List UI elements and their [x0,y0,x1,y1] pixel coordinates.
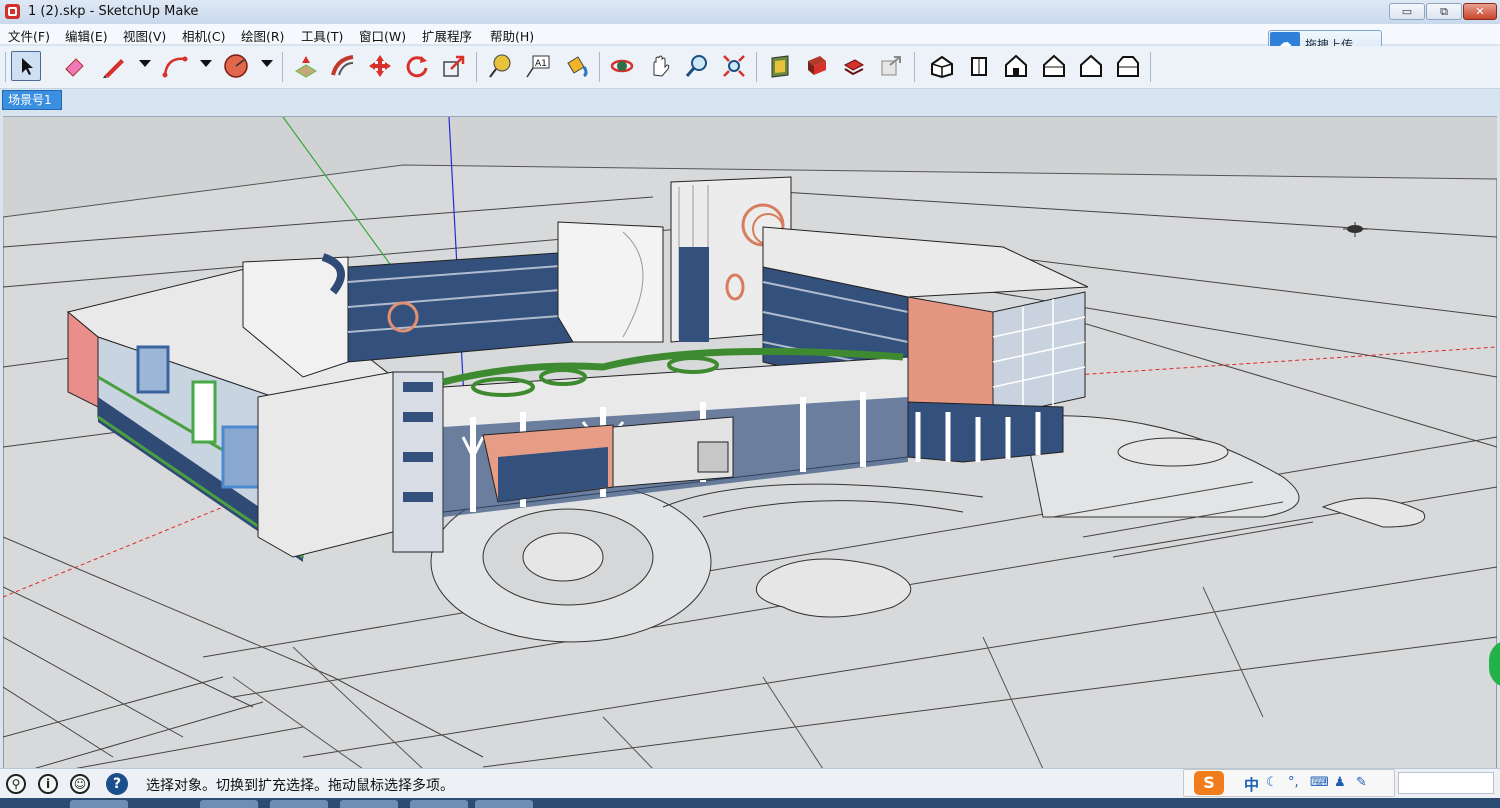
taskbar-button[interactable] [340,800,398,808]
menu-edit[interactable]: 编辑(E) [65,26,108,45]
zoom-icon[interactable] [682,51,712,81]
pencil-icon[interactable] [99,51,129,81]
menu-view[interactable]: 视图(V) [123,26,166,45]
minimize-button[interactable]: ▭ [1389,3,1425,20]
svg-text:A1: A1 [535,59,547,69]
shapes-dropdown-icon[interactable] [261,60,273,67]
extension-warehouse-icon[interactable] [802,51,832,81]
help-icon[interactable]: ? [106,773,128,795]
taskbar-button[interactable] [475,800,533,808]
sogou-logo-icon[interactable]: S [1194,771,1224,795]
user-icon[interactable]: ♟ [1334,775,1346,790]
pan-icon[interactable] [645,51,675,81]
model-viewport[interactable] [3,116,1497,769]
select-icon[interactable] [11,51,41,81]
paint-bucket-icon[interactable] [561,51,591,81]
wrench-icon[interactable]: ✎ [1356,775,1367,790]
pencil-dropdown-icon[interactable] [139,60,151,67]
sketchup-app-icon [5,4,20,19]
share-model-icon[interactable] [876,51,906,81]
eraser-icon[interactable] [59,51,89,81]
moon-icon[interactable]: ☾ [1266,775,1278,790]
iso-view-icon[interactable] [927,51,957,81]
close-button[interactable]: ✕ [1463,3,1497,20]
orbit-icon[interactable] [607,51,637,81]
follow-me-icon[interactable] [328,51,358,81]
taskbar-button[interactable] [410,800,468,808]
menu-camera[interactable]: 相机(C) [182,26,225,45]
menu-file[interactable]: 文件(F) [8,26,50,45]
top-view-icon[interactable] [964,51,994,81]
menu-window[interactable]: 窗口(W) [359,26,406,45]
menu-help[interactable]: 帮助(H) [490,26,534,45]
zoom-extents-icon[interactable] [719,51,749,81]
back-view-icon[interactable] [1076,51,1106,81]
scale-icon[interactable] [439,51,469,81]
geo-location-icon[interactable]: ⚲ [6,774,26,794]
measurements-box[interactable] [1398,772,1494,794]
left-view-icon[interactable] [1113,51,1143,81]
scene-tab[interactable]: 场景号1 [2,90,62,110]
menu-tools[interactable]: 工具(T) [301,26,343,45]
front-view-icon[interactable] [1001,51,1031,81]
taskbar-button[interactable] [270,800,328,808]
3d-warehouse-icon[interactable] [765,51,795,81]
keyboard-icon[interactable]: ⌨ [1310,775,1329,790]
rotate-icon[interactable] [402,51,432,81]
user-account-icon[interactable]: ☺ [70,774,90,794]
taskbar-button[interactable] [70,800,128,808]
ime-mode-label[interactable]: 中 [1244,774,1259,795]
right-view-icon[interactable] [1039,51,1069,81]
taskbar-button[interactable] [200,800,258,808]
restore-button[interactable]: ⧉ [1426,3,1462,20]
window-title: 1 (2).skp - SketchUp Make [28,4,199,19]
layout-icon[interactable] [839,51,869,81]
text-icon[interactable]: A1 [523,51,553,81]
tape-measure-icon[interactable] [485,51,515,81]
punctuation-icon[interactable]: °, [1288,775,1299,790]
status-message: 选择对象。切换到扩充选择。拖动鼠标选择多项。 [146,778,454,794]
arc-dropdown-icon[interactable] [200,60,212,67]
menu-extensions[interactable]: 扩展程序 [422,26,472,45]
push-pull-icon[interactable] [291,51,321,81]
main-toolbar: A1 [0,46,1500,89]
credits-info-icon[interactable]: i [38,774,58,794]
arc-icon[interactable] [160,51,190,81]
model-drawing [3,117,1497,769]
title-bar: 1 (2).skp - SketchUp Make ▭ ⧉ ✕ [0,0,1500,25]
shapes-icon[interactable] [221,51,251,81]
menu-draw[interactable]: 绘图(R) [241,26,284,45]
move-icon[interactable] [365,51,395,81]
ime-toolbar[interactable]: S 中 ☾ °, ⌨ ♟ ✎ [1183,769,1395,797]
